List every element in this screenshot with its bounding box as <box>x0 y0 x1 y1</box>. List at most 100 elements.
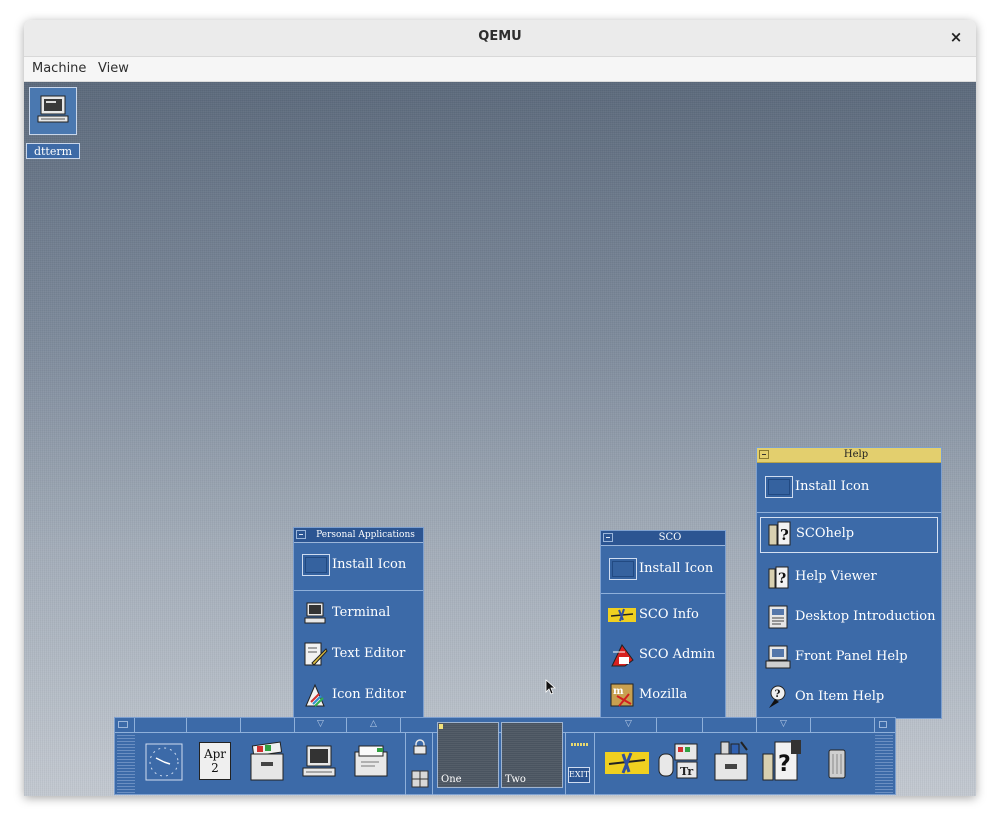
sco-subpanel-title: SCO <box>658 532 682 543</box>
sco-subpanel-title-bar[interactable]: SCO <box>601 531 725 546</box>
front-panel-help-icon <box>765 645 791 669</box>
svg-text:?: ? <box>780 526 789 544</box>
sco-item-label: SCO Admin <box>639 647 716 662</box>
subpanel-tab[interactable] <box>657 718 703 732</box>
sco-info-icon <box>608 608 636 622</box>
subpanel-tab[interactable] <box>187 718 241 732</box>
trash-button[interactable] <box>815 738 859 786</box>
window-titlebar[interactable]: QEMU × <box>24 20 976 57</box>
help-install-label: Install Icon <box>795 479 870 494</box>
help-manager-icon: ? <box>762 740 801 781</box>
front-panel-right-handle[interactable] <box>875 733 893 793</box>
terminal-icon <box>304 602 326 624</box>
help-manager-button[interactable]: ? <box>759 738 803 786</box>
help-item-help-viewer[interactable]: ? Help Viewer <box>757 558 941 598</box>
separator <box>294 590 423 591</box>
personal-subpanel-tab[interactable]: ▽ <box>295 718 347 732</box>
sco-item-sco-admin[interactable]: SCO Admin <box>601 636 725 676</box>
workspace-controls <box>405 733 433 795</box>
sco-item-mozilla[interactable]: m Mozilla <box>601 676 725 716</box>
desktop-icon-label: dtterm <box>26 143 80 159</box>
busy-light <box>571 743 589 746</box>
calendar-day: 2 <box>211 761 219 775</box>
printer-icon <box>354 745 388 777</box>
terminal-button[interactable] <box>297 738 341 786</box>
sco-item-label: SCO Info <box>639 607 699 622</box>
lock-icon[interactable] <box>412 739 428 755</box>
clock-icon <box>145 743 183 781</box>
workspace-two-label: Two <box>505 774 526 785</box>
personal-item-text-editor[interactable]: Text Editor <box>294 635 423 675</box>
personal-install-label: Install Icon <box>332 557 407 572</box>
menu-machine[interactable]: Machine <box>32 61 86 76</box>
help-install-icon[interactable]: Install Icon <box>757 468 941 508</box>
help-item-label: SCOhelp <box>796 526 855 541</box>
terminal-icon <box>302 745 336 777</box>
calendar-icon: Apr 2 <box>199 742 231 780</box>
printer-button[interactable] <box>349 738 393 786</box>
help-item-desktop-introduction[interactable]: Desktop Introduction <box>757 598 941 638</box>
help-subpanel-title-bar[interactable]: Help <box>757 448 941 463</box>
desktop-introduction-icon <box>768 605 788 629</box>
desktop-icon-dtterm[interactable]: dtterm <box>26 85 80 159</box>
help-viewer-icon: ? <box>768 566 789 589</box>
personal-item-label: Text Editor <box>332 646 406 661</box>
subpanel-tab[interactable] <box>135 718 187 732</box>
sco-item-sco-info[interactable]: SCO Info <box>601 596 725 636</box>
menu-bar: Machine View <box>24 57 976 82</box>
help-item-label: Help Viewer <box>795 569 877 584</box>
front-panel-left-handle[interactable] <box>117 733 135 793</box>
help-item-on-item-help[interactable]: ? On Item Help <box>757 678 941 718</box>
terminal-icon <box>29 87 77 135</box>
personal-item-terminal[interactable]: Terminal <box>294 594 423 634</box>
help-item-front-panel-help[interactable]: Front Panel Help <box>757 638 941 678</box>
sco-admin-icon <box>611 644 634 667</box>
file-manager-button[interactable] <box>245 738 289 786</box>
close-button[interactable]: × <box>946 27 966 47</box>
calendar-month: Apr <box>203 747 227 761</box>
sco-subpanel-tab[interactable]: ▽ <box>601 718 657 732</box>
mozilla-icon: m <box>610 683 634 707</box>
personal-subpanel-title-bar[interactable]: Personal Applications <box>294 528 423 543</box>
sco-subpanel: SCO Install Icon SCO Info SCO Admin m Mo… <box>600 530 726 719</box>
separator <box>601 593 725 594</box>
subpanel-tab[interactable] <box>703 718 757 732</box>
active-indicator <box>439 724 443 729</box>
scohelp-icon: ? <box>768 521 791 546</box>
personal-install-icon[interactable]: Install Icon <box>294 546 423 586</box>
separator <box>757 512 941 513</box>
help-item-scohelp[interactable]: ? SCOhelp <box>760 517 938 553</box>
help-item-label: On Item Help <box>795 689 885 704</box>
front-panel-menu-button[interactable] <box>115 718 135 732</box>
style-manager-button[interactable]: Tr <box>655 738 699 786</box>
front-panel-minimize[interactable] <box>875 718 895 732</box>
minimize-icon[interactable] <box>759 450 769 459</box>
sco-info-button[interactable] <box>603 738 649 786</box>
svg-text:?: ? <box>778 571 786 587</box>
menu-view[interactable]: View <box>98 61 129 76</box>
sco-item-label: Mozilla <box>639 687 688 702</box>
clock-button[interactable] <box>142 738 186 786</box>
subpanel-tab-up[interactable]: △ <box>347 718 401 732</box>
minimize-icon[interactable] <box>296 530 306 539</box>
personal-subpanel-title: Personal Applications <box>316 530 415 540</box>
exit-button[interactable]: EXIT <box>568 767 590 783</box>
calendar-button[interactable]: Apr 2 <box>193 738 237 786</box>
subpanel-tab[interactable] <box>241 718 295 732</box>
window-list-icon[interactable] <box>411 770 429 788</box>
minimize-icon[interactable] <box>603 533 613 542</box>
workspace-two-button[interactable]: Two <box>501 722 563 788</box>
exit-controls: EXIT <box>565 733 595 795</box>
svg-text:?: ? <box>775 689 781 700</box>
workspace-one-button[interactable]: One <box>437 722 499 788</box>
help-subpanel-tab[interactable]: ▽ <box>757 718 811 732</box>
personal-applications-subpanel: Personal Applications Install Icon Termi… <box>293 527 424 719</box>
subpanel-tab[interactable] <box>811 718 875 732</box>
sco-install-icon[interactable]: Install Icon <box>601 550 725 590</box>
personal-item-icon-editor[interactable]: Icon Editor <box>294 676 423 716</box>
trash-icon <box>828 749 846 779</box>
application-manager-icon <box>714 741 748 781</box>
application-manager-button[interactable] <box>707 738 751 786</box>
text-editor-icon <box>304 642 328 666</box>
desktop: dtterm Help Install Icon ? SCOhelp ? Hel… <box>24 82 976 796</box>
